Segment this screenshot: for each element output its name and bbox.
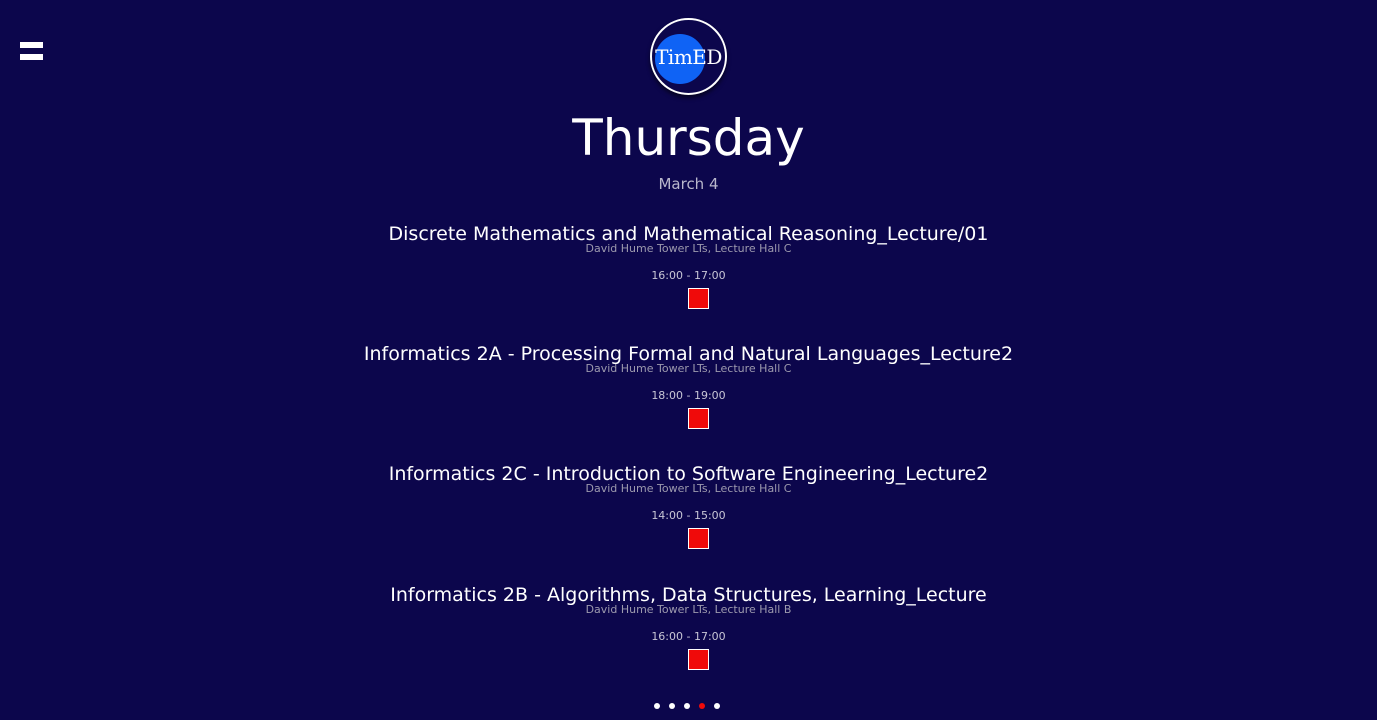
pagination-dot[interactable] <box>684 703 690 709</box>
menu-bar-top <box>20 42 43 48</box>
event-location: David Hume Tower LTs, Lecture Hall C <box>585 482 792 495</box>
event-status-checkbox[interactable] <box>688 528 709 549</box>
event-status-checkbox[interactable] <box>688 288 709 309</box>
pagination-dot-active[interactable] <box>699 703 705 709</box>
pagination-dot[interactable] <box>714 703 720 709</box>
event-status-checkbox[interactable] <box>688 649 709 670</box>
event-time: 16:00 - 17:00 <box>651 630 726 643</box>
event-item: Informatics 2B - Algorithms, Data Struct… <box>0 584 1377 684</box>
app-logo: TimED <box>650 18 727 95</box>
logo-text: TimED <box>655 45 722 69</box>
pagination-dot[interactable] <box>654 703 660 709</box>
event-item: Informatics 2A - Processing Formal and N… <box>0 343 1377 443</box>
event-time: 18:00 - 19:00 <box>651 389 726 402</box>
event-time: 16:00 - 17:00 <box>651 269 726 282</box>
date-subtitle: March 4 <box>658 175 719 193</box>
event-time: 14:00 - 15:00 <box>651 509 726 522</box>
day-title: Thursday <box>572 109 805 167</box>
event-item: Discrete Mathematics and Mathematical Re… <box>0 223 1377 323</box>
event-location: David Hume Tower LTs, Lecture Hall B <box>585 603 792 616</box>
pagination-dots <box>654 703 720 711</box>
event-location: David Hume Tower LTs, Lecture Hall C <box>585 362 792 375</box>
event-location: David Hume Tower LTs, Lecture Hall C <box>585 242 792 255</box>
page: TimED Thursday March 4 Discrete Mathemat… <box>0 0 1377 720</box>
event-item: Informatics 2C - Introduction to Softwar… <box>0 463 1377 563</box>
pagination-dot[interactable] <box>669 703 675 709</box>
hamburger-menu-icon[interactable] <box>20 42 43 60</box>
event-status-checkbox[interactable] <box>688 408 709 429</box>
menu-bar-bottom <box>20 54 43 60</box>
